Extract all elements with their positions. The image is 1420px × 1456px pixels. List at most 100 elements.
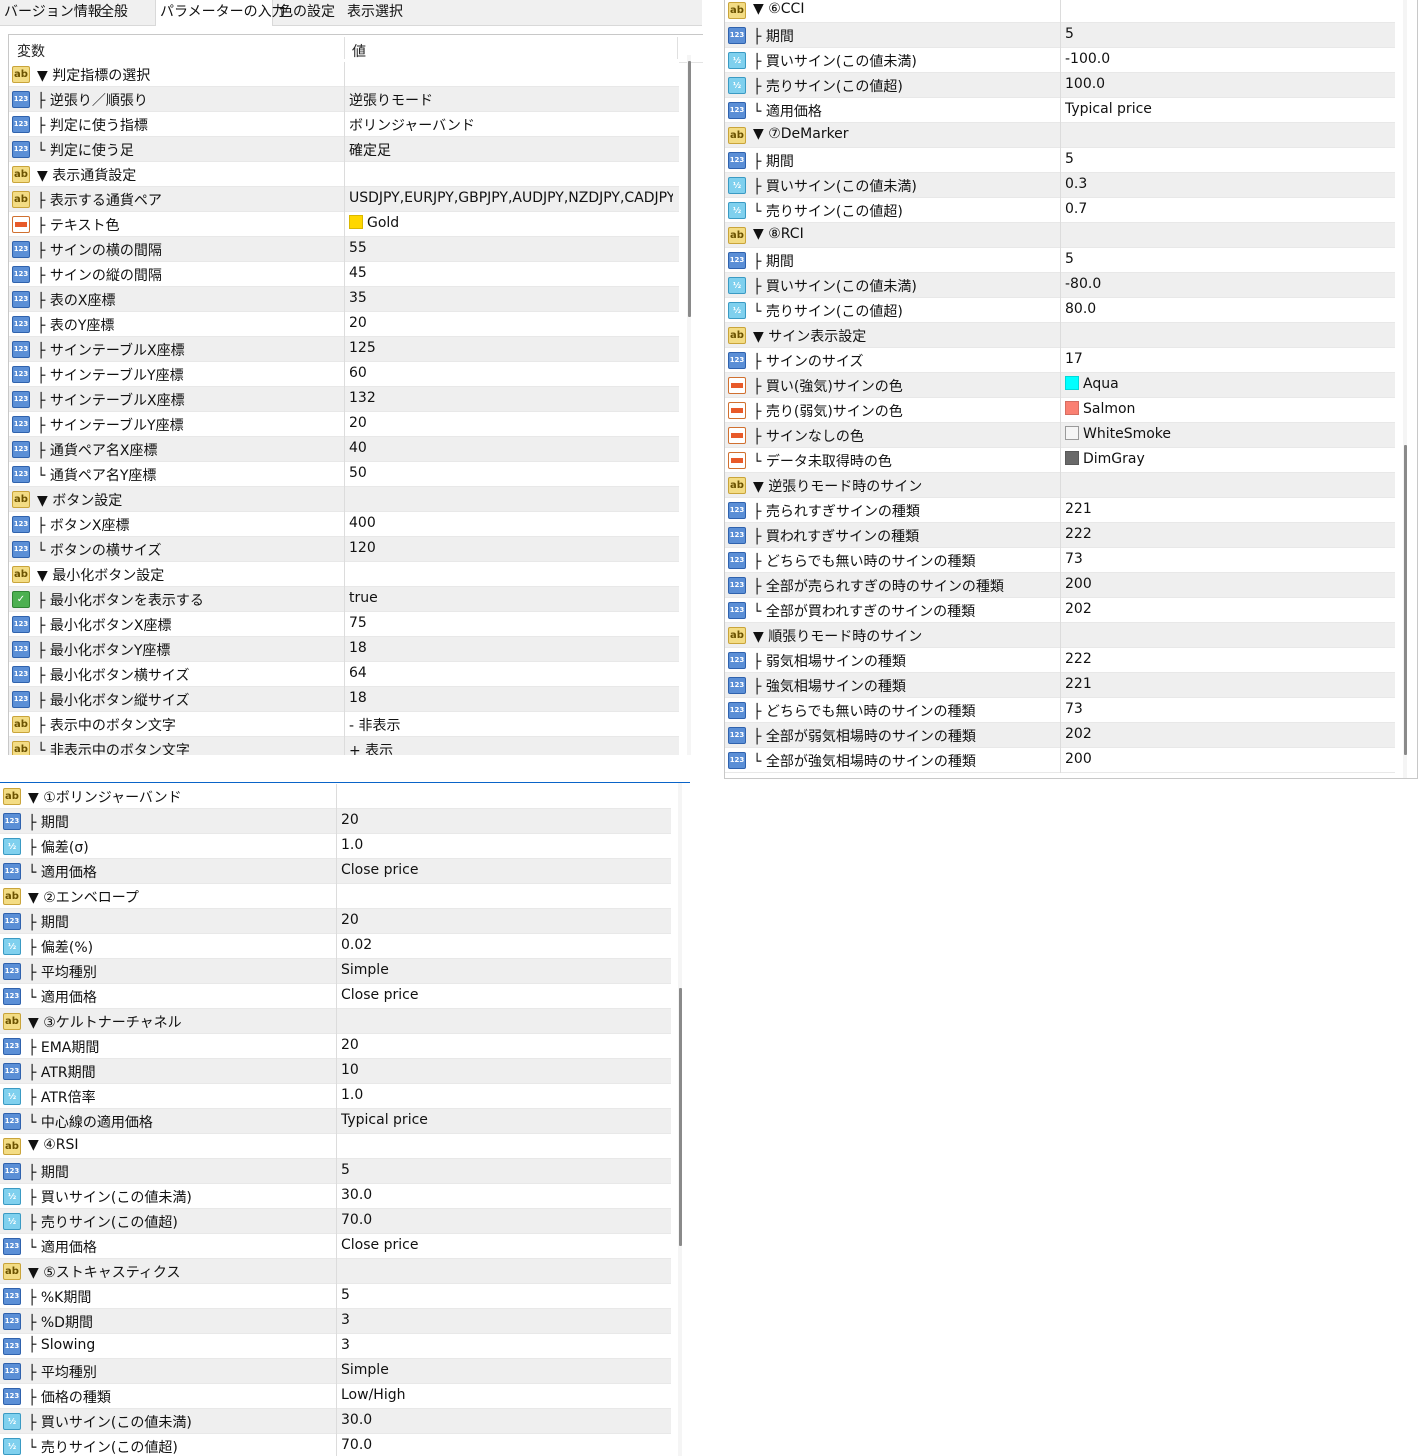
- parameter-value[interactable]: 200: [1065, 751, 1092, 767]
- table-row[interactable]: ab ▼ 表示通貨設定: [9, 162, 679, 187]
- table-row[interactable]: 123 └ 全部が強気相場時のサインの種類 200: [725, 748, 1395, 773]
- parameter-value[interactable]: 3: [341, 1312, 350, 1328]
- parameter-value[interactable]: Low/High: [341, 1387, 405, 1403]
- scrollbar[interactable]: [678, 783, 682, 1456]
- scrollbar-thumb[interactable]: [1404, 445, 1407, 755]
- parameter-value[interactable]: -80.0: [1065, 276, 1101, 292]
- table-row[interactable]: 123 ├ サインのサイズ 17: [725, 348, 1395, 373]
- parameter-value[interactable]: 120: [349, 540, 376, 556]
- scrollbar-thumb[interactable]: [688, 61, 691, 317]
- parameter-value[interactable]: Salmon: [1065, 401, 1135, 417]
- column-header-variable[interactable]: 変数: [17, 41, 45, 61]
- table-row[interactable]: ½ ├ 売りサイン(この値超) 100.0: [725, 73, 1395, 98]
- parameter-value[interactable]: 17: [1065, 351, 1083, 367]
- parameter-value[interactable]: 1.0: [341, 837, 363, 853]
- table-row[interactable]: 123 └ ボタンの横サイズ 120: [9, 537, 679, 562]
- table-row[interactable]: 123 ├ 価格の種類 Low/High: [0, 1384, 671, 1409]
- parameter-value[interactable]: 50: [349, 465, 367, 481]
- parameter-value[interactable]: 5: [341, 1162, 350, 1178]
- table-row[interactable]: ab ▼ 順張りモード時のサイン: [725, 623, 1395, 648]
- parameter-value[interactable]: Close price: [341, 862, 418, 878]
- column-header-value[interactable]: 値: [352, 41, 366, 61]
- table-row[interactable]: ab └ 非表示中のボタン文字 + 表示: [9, 737, 679, 755]
- parameter-value[interactable]: + 表示: [349, 740, 393, 755]
- table-row[interactable]: 123 ├ 逆張り／順張り 逆張りモード: [9, 87, 679, 112]
- table-row[interactable]: 123 ├ 期間 20: [0, 909, 671, 934]
- parameter-value[interactable]: 20: [341, 1037, 359, 1053]
- table-row[interactable]: ½ ├ 買いサイン(この値未満) 30.0: [0, 1184, 671, 1209]
- table-row[interactable]: ½ └ 売りサイン(この値超) 80.0: [725, 298, 1395, 323]
- scrollbar[interactable]: [687, 55, 691, 755]
- parameter-value[interactable]: 400: [349, 515, 376, 531]
- parameter-value[interactable]: 100.0: [1065, 76, 1105, 92]
- parameter-value[interactable]: 70.0: [341, 1212, 372, 1228]
- table-row[interactable]: ab ▼ ②エンベロープ: [0, 884, 671, 909]
- table-row[interactable]: ✓ ├ 最小化ボタンを表示する true: [9, 587, 679, 612]
- parameter-value[interactable]: 125: [349, 340, 376, 356]
- table-row[interactable]: 123 ├ 通貨ペア名X座標 40: [9, 437, 679, 462]
- table-row[interactable]: 123 ├ 強気相場サインの種類 221: [725, 673, 1395, 698]
- parameter-value[interactable]: 221: [1065, 501, 1092, 517]
- table-row[interactable]: 123 └ 適用価格 Typical price: [725, 98, 1395, 123]
- table-row[interactable]: ab ▼ ⑦DeMarker: [725, 123, 1395, 148]
- table-row[interactable]: ½ ├ 買いサイン(この値未満) 30.0: [0, 1409, 671, 1434]
- table-row[interactable]: ab ├ 表示中のボタン文字 - 非表示: [9, 712, 679, 737]
- parameter-value[interactable]: 221: [1065, 676, 1092, 692]
- table-row[interactable]: ab ▼ 最小化ボタン設定: [9, 562, 679, 587]
- parameter-value[interactable]: 202: [1065, 601, 1092, 617]
- table-row[interactable]: 123 ├ 期間 5: [725, 248, 1395, 273]
- parameter-value[interactable]: 222: [1065, 526, 1092, 542]
- parameter-value[interactable]: 20: [341, 912, 359, 928]
- table-row[interactable]: ½ ├ ATR倍率 1.0: [0, 1084, 671, 1109]
- parameter-value[interactable]: 10: [341, 1062, 359, 1078]
- table-row[interactable]: 123 ├ %K期間 5: [0, 1284, 671, 1309]
- parameter-value[interactable]: Simple: [341, 1362, 389, 1378]
- table-row[interactable]: 123 ├ サインの横の間隔 55: [9, 237, 679, 262]
- table-row[interactable]: 123 └ 全部が買われすぎのサインの種類 202: [725, 598, 1395, 623]
- table-row[interactable]: ab ├ 表示する通貨ペア USDJPY,EURJPY,GBPJPY,AUDJPY,…: [9, 187, 679, 212]
- parameter-value[interactable]: 5: [1065, 151, 1074, 167]
- table-row[interactable]: 123 ├ 最小化ボタンY座標 18: [9, 637, 679, 662]
- table-row[interactable]: 123 ├ 判定に使う指標 ボリンジャーバンド: [9, 112, 679, 137]
- table-row[interactable]: ½ └ 売りサイン(この値超) 0.7: [725, 198, 1395, 223]
- parameter-value[interactable]: 5: [1065, 26, 1074, 42]
- table-row[interactable]: 123 ├ 売られすぎサインの種類 221: [725, 498, 1395, 523]
- table-row[interactable]: 123 ├ ATR期間 10: [0, 1059, 671, 1084]
- parameter-value[interactable]: -100.0: [1065, 51, 1110, 67]
- parameter-value[interactable]: 132: [349, 390, 376, 406]
- table-row[interactable]: ½ └ 売りサイン(この値超) 70.0: [0, 1434, 671, 1456]
- parameter-value[interactable]: 5: [1065, 251, 1074, 267]
- table-row[interactable]: 123 └ 適用価格 Close price: [0, 1234, 671, 1259]
- scrollbar[interactable]: [1403, 0, 1407, 778]
- table-row[interactable]: 123 ├ 最小化ボタン横サイズ 64: [9, 662, 679, 687]
- parameter-value[interactable]: 20: [341, 812, 359, 828]
- parameter-value[interactable]: WhiteSmoke: [1065, 426, 1171, 442]
- table-row[interactable]: 123 ├ 平均種別 Simple: [0, 959, 671, 984]
- parameter-value[interactable]: Gold: [349, 215, 399, 231]
- table-row[interactable]: ├ テキスト色 Gold: [9, 212, 679, 237]
- table-row[interactable]: 123 ├ 期間 20: [0, 809, 671, 834]
- table-row[interactable]: ab ▼ サイン表示設定: [725, 323, 1395, 348]
- parameter-value[interactable]: 45: [349, 265, 367, 281]
- table-row[interactable]: 123 ├ EMA期間 20: [0, 1034, 671, 1059]
- table-row[interactable]: ab ▼ ④RSI: [0, 1134, 671, 1159]
- table-row[interactable]: 123 ├ %D期間 3: [0, 1309, 671, 1334]
- parameter-value[interactable]: 60: [349, 365, 367, 381]
- table-row[interactable]: 123 ├ 期間 5: [0, 1159, 671, 1184]
- table-row[interactable]: ½ ├ 偏差(σ) 1.0: [0, 834, 671, 859]
- table-row[interactable]: 123 ├ どちらでも無い時のサインの種類 73: [725, 698, 1395, 723]
- parameter-value[interactable]: 5: [341, 1287, 350, 1303]
- parameter-value[interactable]: USDJPY,EURJPY,GBPJPY,AUDJPY,NZDJPY,CADJP…: [349, 190, 673, 206]
- table-row[interactable]: ½ ├ 買いサイン(この値未満) -100.0: [725, 48, 1395, 73]
- table-row[interactable]: 123 ├ どちらでも無い時のサインの種類 73: [725, 548, 1395, 573]
- table-row[interactable]: 123 ├ サインの縦の間隔 45: [9, 262, 679, 287]
- parameter-value[interactable]: 18: [349, 690, 367, 706]
- parameter-value[interactable]: 40: [349, 440, 367, 456]
- parameter-value[interactable]: 30.0: [341, 1412, 372, 1428]
- parameter-value[interactable]: 35: [349, 290, 367, 306]
- table-row[interactable]: 123 └ 適用価格 Close price: [0, 859, 671, 884]
- table-row[interactable]: 123 └ 中心線の適用価格 Typical price: [0, 1109, 671, 1134]
- parameter-value[interactable]: Aqua: [1065, 376, 1119, 392]
- table-row[interactable]: ab ▼ ①ボリンジャーバンド: [0, 784, 671, 809]
- table-row[interactable]: ½ ├ 売りサイン(この値超) 70.0: [0, 1209, 671, 1234]
